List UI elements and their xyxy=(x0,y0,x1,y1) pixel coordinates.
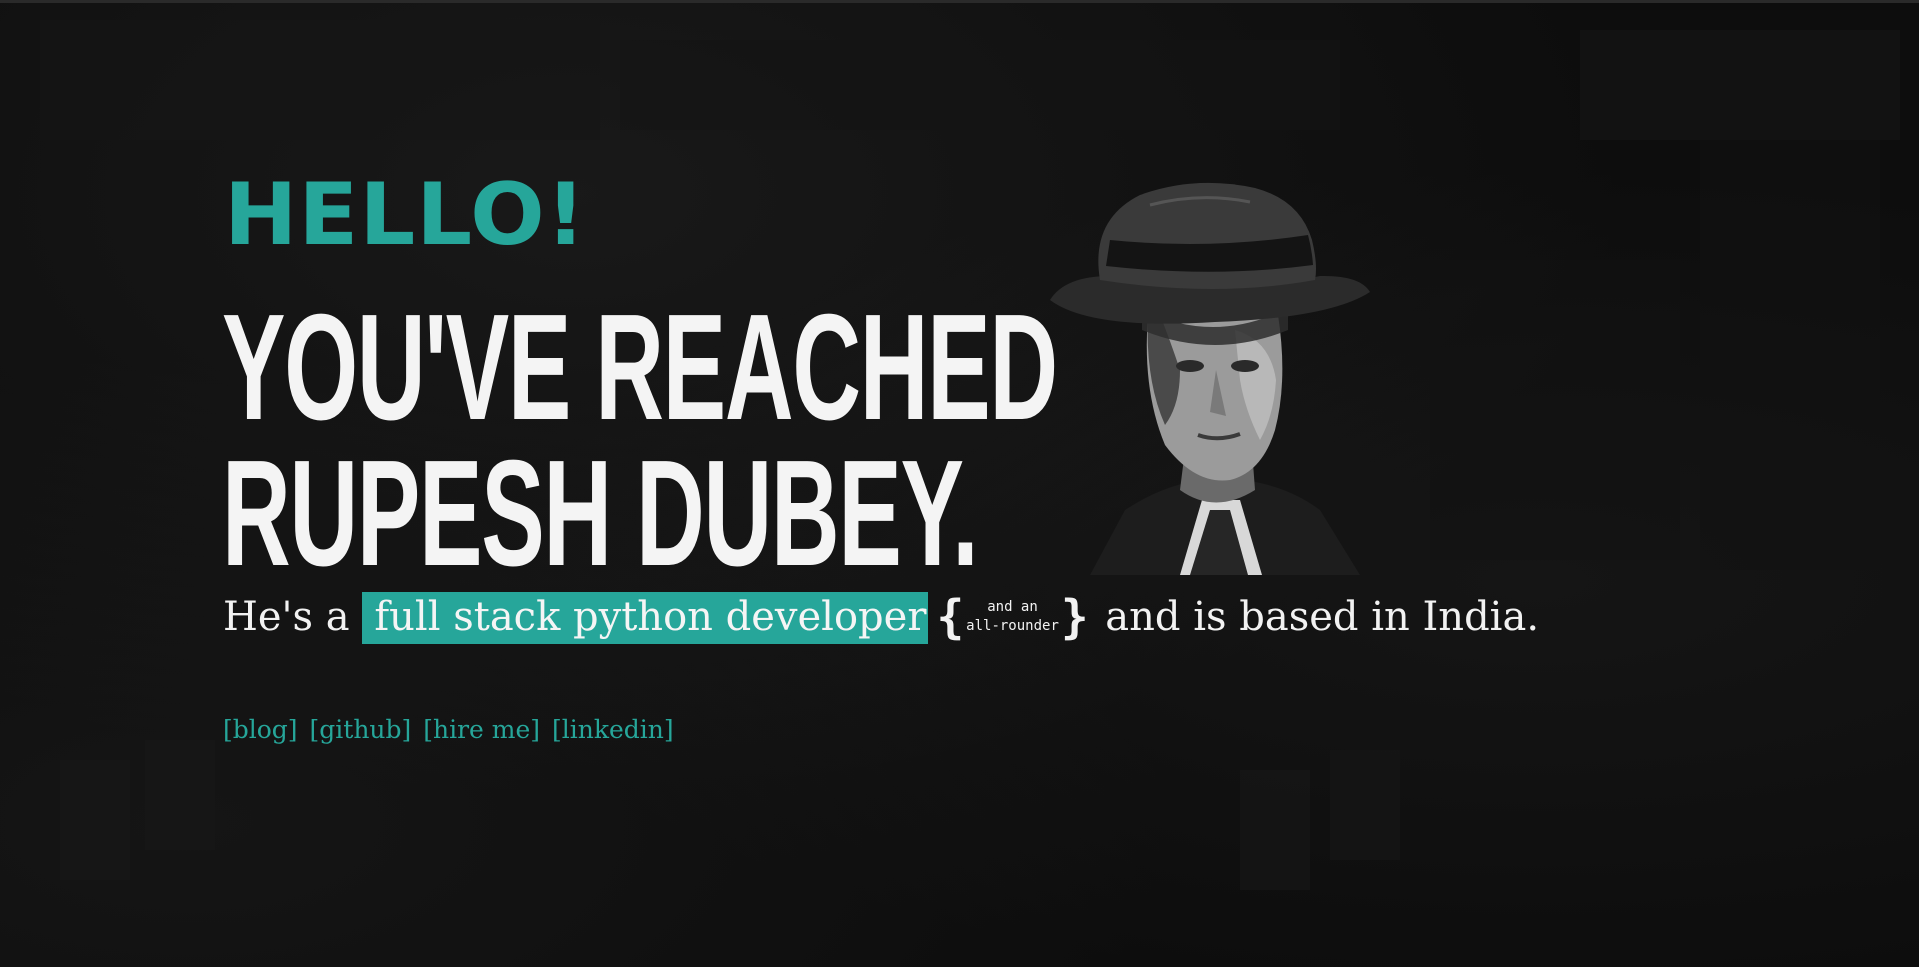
aside-annotation: { and an all-rounder} xyxy=(936,581,1088,647)
headline: YOU'VE REACHED RUPESH DUBEY. xyxy=(222,282,1058,597)
link-github[interactable]: [github] xyxy=(310,715,412,744)
bio-paragraph: He's a full stack python developer{and a… xyxy=(223,584,1603,653)
headline-line-2: RUPESH DUBEY. xyxy=(222,428,979,597)
aside-text: and an all-rounder xyxy=(964,598,1061,636)
headline-line-1: YOU'VE REACHED xyxy=(222,282,1058,451)
bio-prefix: He's a xyxy=(223,594,350,640)
brace-close: } xyxy=(1060,590,1089,644)
aside-line-1: and an xyxy=(987,599,1038,615)
link-blog[interactable]: [blog] xyxy=(223,715,298,744)
link-hire-me[interactable]: [hire me] xyxy=(423,715,540,744)
landing-page: HELLO! YOU'VE REACHED RUPESH DUBEY. He's… xyxy=(0,0,1919,967)
role-highlight: full stack python developer xyxy=(362,592,929,644)
link-linkedin[interactable]: [linkedin] xyxy=(552,715,674,744)
greeting-heading: HELLO! xyxy=(224,165,587,265)
brace-open: { xyxy=(936,590,965,644)
aside-line-2: all-rounder xyxy=(966,618,1059,634)
bio-suffix: and is based in India. xyxy=(1105,594,1540,640)
social-links: [blog] [github] [hire me] [linkedin] xyxy=(223,710,678,750)
portrait-image xyxy=(1050,182,1370,575)
